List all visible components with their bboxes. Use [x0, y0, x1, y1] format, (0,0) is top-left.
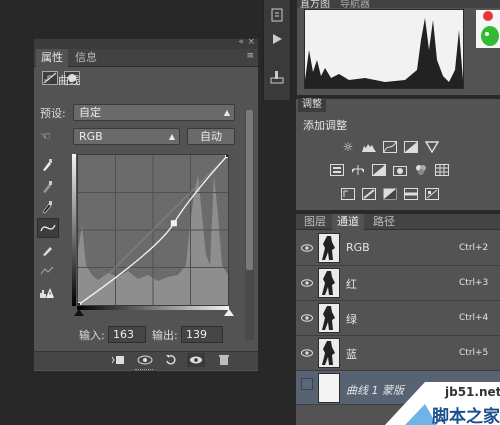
- warning-badge: [476, 10, 500, 48]
- output-field[interactable]: 139: [181, 326, 223, 343]
- curve-control-point[interactable]: [75, 302, 81, 308]
- sample-gray-icon[interactable]: [38, 178, 56, 196]
- panel-title-bar[interactable]: « ×: [34, 37, 258, 49]
- histogram-graph: [304, 9, 464, 89]
- preset-value: 自定: [79, 106, 101, 119]
- reset-icon[interactable]: [162, 353, 180, 367]
- channel-name: 蓝: [346, 348, 357, 361]
- channel-shortcut: Ctrl+5: [459, 348, 489, 358]
- channel-value: RGB: [79, 130, 103, 143]
- channel-shortcut: Ctrl+2: [459, 243, 489, 253]
- eye-icon[interactable]: [300, 278, 314, 288]
- levels-icon[interactable]: [361, 140, 377, 154]
- watermark-site: jb51.net: [445, 385, 500, 399]
- scrollbar-thumb[interactable]: [246, 110, 253, 270]
- mask-thumbnail: [318, 373, 340, 403]
- resize-grip[interactable]: [135, 369, 153, 372]
- channel-thumbnail: [318, 338, 340, 368]
- gradient-map-icon[interactable]: [403, 187, 419, 201]
- channel-mixer-icon[interactable]: [413, 163, 429, 177]
- history-icon[interactable]: [268, 6, 286, 24]
- tab-adjustments[interactable]: 调整: [298, 98, 326, 112]
- visibility-icon[interactable]: [187, 353, 205, 367]
- add-adjustment-label: 添加调整: [303, 119, 347, 132]
- white-point-slider-icon[interactable]: [224, 309, 234, 316]
- brightness-contrast-icon[interactable]: ☼: [340, 140, 356, 154]
- play-action-icon[interactable]: [268, 30, 286, 48]
- posterize-icon[interactable]: [361, 187, 377, 201]
- curve-plot[interactable]: [75, 152, 231, 308]
- smooth-icon[interactable]: [38, 262, 56, 280]
- eye-icon[interactable]: [300, 243, 314, 253]
- input-gradient-bar: [77, 306, 229, 310]
- tool-presets-icon[interactable]: [268, 68, 286, 86]
- panel-menu-icon[interactable]: ≡: [246, 51, 254, 61]
- sample-black-icon[interactable]: [38, 198, 56, 216]
- tab-paths[interactable]: 路径: [368, 214, 400, 230]
- pencil-icon[interactable]: [38, 242, 56, 260]
- adjustments-panel: [296, 98, 500, 210]
- auto-button[interactable]: 自动: [187, 128, 235, 145]
- clipping-warning-icon[interactable]: [38, 284, 56, 302]
- photo-filter-icon[interactable]: [392, 163, 408, 177]
- threshold-icon[interactable]: [382, 187, 398, 201]
- exposure-icon[interactable]: [403, 140, 419, 154]
- tab-info[interactable]: 信息: [70, 49, 102, 67]
- color-lookup-icon[interactable]: [434, 163, 450, 177]
- properties-tab-row: 属性 信息 ≡: [34, 49, 258, 67]
- output-gradient-bar: [72, 154, 76, 306]
- input-field[interactable]: 163: [108, 326, 146, 343]
- input-label: 输入:: [79, 329, 105, 342]
- invert-icon[interactable]: [340, 187, 356, 201]
- black-point-slider-icon[interactable]: [74, 309, 84, 316]
- collapse-icon[interactable]: «: [238, 37, 244, 47]
- channel-select[interactable]: RGB ▲: [73, 128, 180, 145]
- channel-shortcut: Ctrl+3: [459, 278, 489, 288]
- eye-icon[interactable]: [300, 313, 314, 323]
- hue-saturation-icon[interactable]: [329, 163, 345, 177]
- clip-to-layer-icon[interactable]: [109, 353, 127, 367]
- output-label: 输出:: [152, 329, 178, 342]
- channel-name: 绿: [346, 313, 357, 326]
- curve-control-point[interactable]: [170, 220, 177, 227]
- selective-color-icon[interactable]: [424, 187, 440, 201]
- tab-layers[interactable]: 图层: [299, 214, 331, 230]
- tab-channels[interactable]: 通道: [332, 214, 364, 230]
- vibrance-icon[interactable]: [424, 140, 440, 154]
- channel-thumbnail: [318, 303, 340, 333]
- hand-target-adjust-icon[interactable]: ☜: [40, 129, 58, 143]
- visibility-toggle-empty[interactable]: [301, 378, 313, 390]
- select-arrows-icon: ▲: [223, 108, 230, 117]
- delete-icon[interactable]: [215, 353, 233, 367]
- channel-name: 红: [346, 278, 357, 291]
- preset-label: 预设:: [40, 107, 66, 120]
- watermark-name: 脚本之家: [432, 407, 500, 425]
- view-previous-icon[interactable]: [136, 353, 154, 367]
- select-arrows-icon: ▲: [168, 132, 175, 141]
- curves-adjustment-icon[interactable]: [42, 71, 58, 85]
- curve-control-point[interactable]: [225, 152, 231, 158]
- adjustment-title: 曲线: [58, 74, 80, 87]
- curve-edit-icon[interactable]: [37, 218, 59, 238]
- color-balance-icon[interactable]: [350, 163, 366, 177]
- channel-thumbnail: [318, 233, 340, 263]
- sample-white-icon[interactable]: [38, 156, 56, 174]
- channel-name: RGB: [346, 241, 370, 254]
- close-icon[interactable]: ×: [247, 37, 255, 47]
- channel-shortcut: Ctrl+4: [459, 313, 489, 323]
- black-white-icon[interactable]: [371, 163, 387, 177]
- channel-thumbnail: [318, 268, 340, 298]
- curve-graph[interactable]: [75, 152, 231, 308]
- curves-icon[interactable]: [382, 140, 398, 154]
- eye-icon[interactable]: [300, 348, 314, 358]
- tab-properties[interactable]: 属性: [36, 49, 68, 67]
- panel-scrollbar[interactable]: [245, 110, 254, 340]
- preset-select[interactable]: 自定 ▲: [73, 104, 235, 121]
